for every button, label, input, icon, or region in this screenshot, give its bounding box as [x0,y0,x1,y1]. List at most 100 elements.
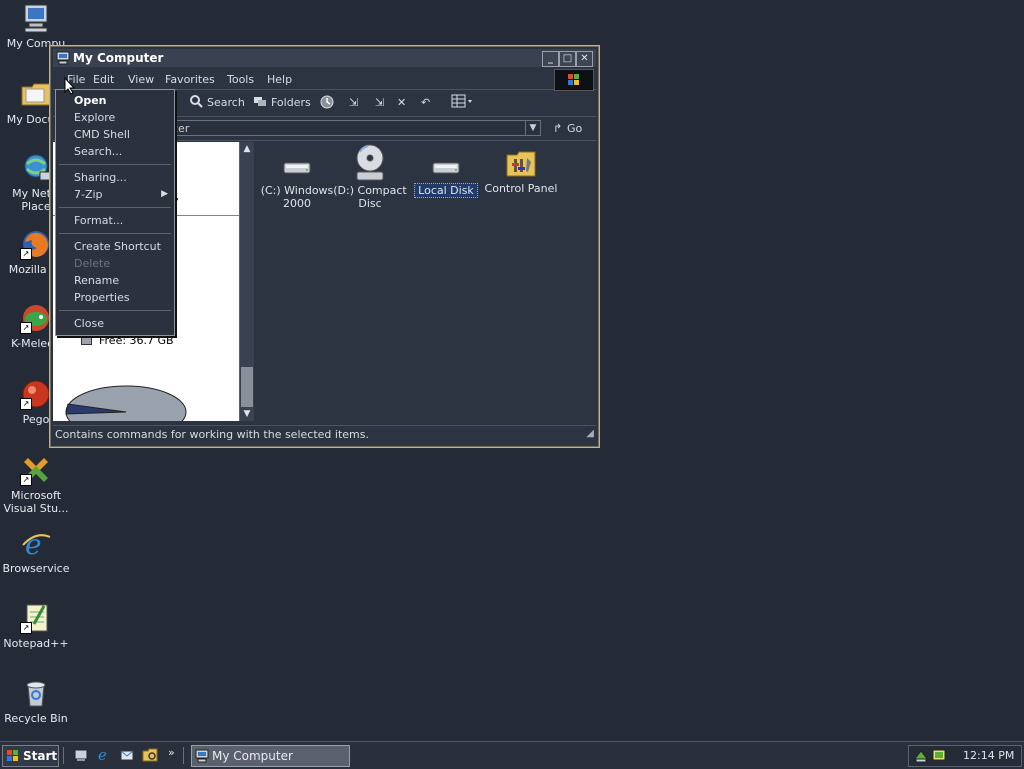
taskbar-button-label: My Computer [212,749,293,763]
computer-icon [195,749,209,766]
file-label: (C:) Windows [260,184,334,197]
desktop-icon-label: Notepad++ [3,637,69,650]
recycle-bin-icon [20,677,52,709]
scroll-up-icon[interactable]: ▲ [240,142,254,156]
notepadpp-icon: ↗ [20,602,52,634]
firefox-icon: ↗ [20,228,52,260]
menu-favorites[interactable]: Favorites [165,73,215,86]
search-button[interactable]: Search [207,96,245,109]
shortcut-arrow-icon: ↗ [20,398,32,410]
menu-edit[interactable]: Edit [93,73,114,86]
taskbar: Start e » My Computer 12:14 PM [0,741,1024,769]
svg-text:e: e [98,746,107,762]
menu-separator [59,207,171,208]
monitor-tray-icon[interactable] [931,748,947,767]
menu-bar: File Edit View Favorites Tools Help [53,69,596,91]
resize-grip-icon[interactable]: ◢ [586,425,594,443]
window-title-bar[interactable]: My Computer _ □ ✕ [53,49,596,67]
file-item-local-disk[interactable]: Local Disk [404,150,488,198]
menu-tools[interactable]: Tools [227,73,254,86]
menu-item-properties[interactable]: Properties [74,291,130,304]
desktop-icon-label: Microsoft [10,489,62,502]
desktop-icon-my-computer[interactable]: My Compu [0,2,72,50]
hard-drive-icon [281,150,313,182]
menu-item-sharing[interactable]: Sharing... [74,171,127,184]
mouse-cursor-icon [64,77,76,95]
go-button[interactable]: Go [567,122,582,135]
start-button[interactable]: Start [2,745,59,767]
menu-item-7zip[interactable]: 7-Zip [74,188,103,201]
delete-icon[interactable]: ✕ [397,96,406,109]
taskbar-button-my-computer[interactable]: My Computer [191,745,350,767]
views-icon[interactable] [451,94,475,111]
taskbar-divider [183,747,184,764]
documents-folder-icon [20,78,52,110]
menu-item-delete: Delete [74,257,111,270]
menu-item-explore[interactable]: Explore [74,111,115,124]
hard-drive-icon [430,150,462,182]
vertical-scrollbar[interactable]: ▲ ▼ [239,142,254,421]
pego-icon: ↗ [20,378,52,410]
desktop-icon-notepadpp[interactable]: ↗ Notepad++ [0,602,72,650]
clock[interactable]: 12:14 PM [963,749,1014,762]
folders-button[interactable]: Folders [271,96,311,109]
folders-icon [253,94,267,111]
show-desktop-icon[interactable] [73,747,89,766]
menu-item-open[interactable]: Open [74,94,107,107]
menu-separator [59,164,171,165]
file-item-d-drive[interactable]: (D:) Compact Disc [328,144,412,210]
status-text: Contains commands for working with the s… [55,428,369,441]
outlook-quicklaunch-icon[interactable] [119,747,135,766]
shortcut-arrow-icon: ↗ [20,248,32,260]
desktop-icon-browservice[interactable]: e Browservice [0,527,72,575]
svg-text:e: e [25,528,42,559]
menu-item-format[interactable]: Format... [74,214,123,227]
explorer-quicklaunch-icon[interactable] [142,747,158,766]
control-panel-icon [505,148,537,180]
menu-separator [59,233,171,234]
cd-drive-icon [354,144,386,182]
menu-item-close[interactable]: Close [74,317,104,330]
address-input[interactable]: cer ▼ [117,120,541,136]
close-button[interactable]: ✕ [576,51,593,67]
shortcut-arrow-icon: ↗ [20,622,32,634]
ie-icon: e [20,527,52,561]
menu-item-cmd-shell[interactable]: CMD Shell [74,128,130,141]
desktop-icon-label: Visual Stu... [3,502,69,515]
kmeleon-icon: ↗ [20,302,52,334]
maximize-button[interactable]: □ [559,51,576,67]
search-icon [189,94,203,111]
undo-icon[interactable]: ↶ [421,96,430,109]
network-places-icon [20,152,52,184]
history-icon[interactable] [319,94,335,113]
scroll-down-icon[interactable]: ▼ [240,407,254,421]
scroll-thumb[interactable] [241,367,253,407]
move-to-icon[interactable]: ⇲ [349,96,358,109]
file-item-control-panel[interactable]: Control Panel [479,148,563,195]
file-item-c-drive[interactable]: (C:) Windows 2000 [255,150,339,210]
desktop-icon-visual-studio[interactable]: ↗ Microsoft Visual Stu... [0,454,72,515]
menu-item-create-shortcut[interactable]: Create Shortcut [74,240,161,253]
window-title: My Computer [73,51,164,65]
menu-item-search[interactable]: Search... [74,145,122,158]
disk-usage-pie [65,385,187,421]
windows-logo-icon [554,69,594,91]
copy-to-icon[interactable]: ⇲ [375,96,384,109]
minimize-button[interactable]: _ [542,51,559,67]
system-tray: 12:14 PM [908,745,1022,767]
start-label: Start [23,749,58,763]
address-dropdown-icon[interactable]: ▼ [525,121,540,135]
menu-help[interactable]: Help [267,73,292,86]
file-label: Control Panel [484,182,558,195]
file-menu-dropdown: Open Explore CMD Shell Search... Sharing… [55,89,175,336]
desktop-icon-recycle-bin[interactable]: Recycle Bin [0,677,72,725]
file-label-selected: Local Disk [414,183,478,198]
quicklaunch-overflow[interactable]: » [168,746,175,759]
menu-separator [59,310,171,311]
windows-logo-icon [6,749,20,766]
menu-view[interactable]: View [128,73,154,86]
menu-item-rename[interactable]: Rename [74,274,119,287]
go-arrow-icon[interactable]: ↱ [553,122,562,135]
ie-quicklaunch-icon[interactable]: e [96,746,112,765]
network-tray-icon[interactable] [912,748,930,767]
